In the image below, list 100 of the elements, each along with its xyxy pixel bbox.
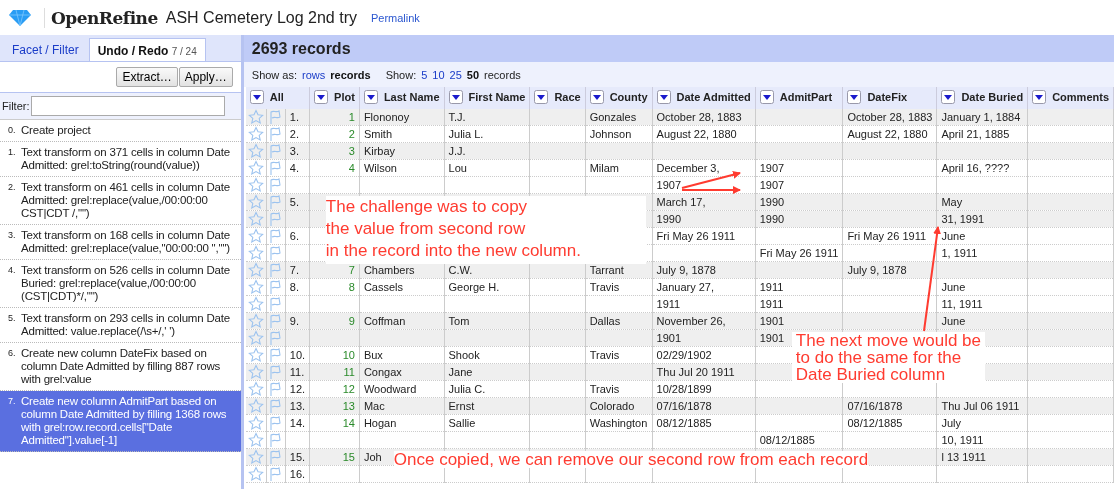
table-cell: August 22, 1880 bbox=[656, 128, 737, 140]
column-header[interactable]: Comments bbox=[1027, 87, 1114, 109]
table-cell: 11, 1911 bbox=[941, 298, 983, 310]
table-cell: April 16, ???? bbox=[941, 162, 1010, 174]
table-cell: 31, 1991 bbox=[941, 213, 985, 225]
row-number: 13. bbox=[289, 400, 306, 412]
panel-tab[interactable]: Facet / Filter bbox=[4, 38, 87, 61]
table-cell: Julia C. bbox=[448, 383, 486, 395]
table-cell: July bbox=[941, 417, 961, 429]
row-number: 1. bbox=[289, 111, 299, 123]
table-cell: 1907 bbox=[656, 179, 682, 191]
table-cell: Dallas bbox=[589, 315, 621, 327]
table-cell: 1907 bbox=[759, 179, 785, 191]
table-cell: 1901 bbox=[759, 315, 785, 327]
history-item[interactable]: 2. Text transform on 461 cells in column Date Admitted: grel:replace(value,/00:00:00 CST|CDT /,"") bbox=[0, 177, 241, 225]
table-cell: 1907 bbox=[759, 162, 785, 174]
table-cell: C.W. bbox=[448, 264, 473, 276]
page-size-link[interactable]: 10 bbox=[432, 68, 445, 81]
row-number: 3. bbox=[289, 145, 299, 157]
panel-tab[interactable]: Undo / Redo 7 / 24 bbox=[88, 38, 206, 61]
annotation-text: The next move would be to do the same for the Date Buried column bbox=[791, 332, 985, 383]
table-cell: 07/16/1878 bbox=[847, 400, 903, 412]
column-header[interactable]: Date Admitted bbox=[652, 87, 756, 109]
table-cell: 10 bbox=[342, 349, 355, 361]
annotation-text: The challenge was to copy the value from second row in the record into the new column. bbox=[325, 196, 646, 264]
table-cell: Gonzales bbox=[589, 111, 637, 123]
table-cell: 1911 bbox=[759, 298, 784, 310]
project-title[interactable]: ASH Cemetery Log 2nd try bbox=[165, 8, 357, 27]
table-cell: 3 bbox=[348, 145, 355, 157]
app-logo-text[interactable]: OpenRefine bbox=[44, 7, 158, 28]
table-cell: 8 bbox=[348, 281, 355, 293]
table-cell: December 3, bbox=[656, 162, 720, 174]
row-number: 4. bbox=[289, 162, 299, 174]
table-cell: Colorado bbox=[589, 400, 635, 412]
table-cell: T.J. bbox=[448, 111, 466, 123]
table-cell: 1990 bbox=[759, 213, 785, 225]
history-item[interactable]: 5. Text transform on 293 cells in column Date Admitted: value.replace(/\s+/,' ') bbox=[0, 308, 241, 343]
toolbar-button[interactable]: Apply… bbox=[178, 67, 233, 87]
table-cell: Flononoy bbox=[363, 111, 410, 123]
table-cell: 14 bbox=[342, 417, 355, 429]
table-cell: l 13 1911 bbox=[941, 451, 986, 463]
table-cell: 1911 bbox=[759, 281, 784, 293]
row-number: 8. bbox=[289, 281, 299, 293]
table-cell: November 26, bbox=[656, 315, 726, 327]
history-item[interactable]: 4. Text transform on 526 cells in column Date Buried: grel:replace(value,/00:00:00 (CST|CDT)*/,"") bbox=[0, 260, 241, 308]
toolbar-button[interactable]: Extract… bbox=[116, 67, 178, 87]
history-item[interactable]: 0. Create project bbox=[0, 120, 241, 142]
table-cell: George H. bbox=[448, 281, 500, 293]
column-header[interactable]: All bbox=[245, 87, 310, 109]
table-cell: Travis bbox=[589, 383, 620, 395]
filter-label: Filter: bbox=[2, 100, 30, 112]
column-header[interactable]: First Name bbox=[444, 87, 530, 109]
table-cell: 1911 bbox=[656, 298, 681, 310]
view-mode-link[interactable]: rows bbox=[302, 68, 326, 81]
column-header[interactable]: County bbox=[585, 87, 653, 109]
table-cell: Tom bbox=[448, 315, 470, 327]
page-size-link[interactable]: 5 bbox=[421, 68, 428, 81]
row-number: 14. bbox=[289, 417, 306, 429]
history-item[interactable]: 7. Create new column AdmitPart based on column Date Admitted by filling 1368 rows with grel:row.record.cells["Date Admitted"].value[-1] bbox=[0, 391, 241, 452]
table-cell: 07/16/1878 bbox=[656, 400, 712, 412]
table-cell: Fri May 26 1911 bbox=[847, 230, 927, 242]
history-item[interactable]: 3. Text transform on 168 cells in column Date Admitted: grel:replace(value,"00:00:00 ","") bbox=[0, 225, 241, 260]
table-cell: Julia L. bbox=[448, 128, 484, 140]
table-cell: October 28, 1883 bbox=[656, 111, 742, 123]
history-item[interactable]: 1. Text transform on 371 cells in column Date Admitted: grel:toString(round(value)) bbox=[0, 142, 241, 177]
table-cell: Cassels bbox=[363, 281, 403, 293]
column-header[interactable]: AdmitPart bbox=[755, 87, 843, 109]
table-cell: Bux bbox=[363, 349, 383, 361]
column-header[interactable]: Race bbox=[529, 87, 586, 109]
table-cell: 02/29/1902 bbox=[656, 349, 712, 361]
table-cell: April 21, 1885 bbox=[941, 128, 1010, 140]
column-header[interactable]: DateFix bbox=[842, 87, 937, 109]
table-cell: Fri May 26 1911 bbox=[759, 247, 839, 259]
page-size-link[interactable]: 25 bbox=[449, 68, 462, 81]
table-cell: Wilson bbox=[363, 162, 397, 174]
table-cell: 15 bbox=[342, 451, 355, 463]
column-header[interactable]: Date Buried bbox=[936, 87, 1028, 109]
row-number: 10. bbox=[289, 349, 306, 361]
table-cell: June bbox=[941, 230, 966, 242]
table-cell: Thu Jul 06 1911 bbox=[941, 400, 1020, 412]
row-number: 12. bbox=[289, 383, 306, 395]
table-cell: October 28, 1883 bbox=[847, 111, 933, 123]
table-cell: Sallie bbox=[448, 417, 476, 429]
table-cell: 10/28/1899 bbox=[656, 383, 712, 395]
permalink-link[interactable]: Permalink bbox=[370, 11, 420, 24]
row-number: 5. bbox=[289, 196, 299, 208]
table-cell: May bbox=[941, 196, 963, 208]
column-header[interactable]: Plot bbox=[309, 87, 360, 109]
table-cell: Hogan bbox=[363, 417, 397, 429]
table-cell: Jane bbox=[448, 366, 473, 378]
row-number: 2. bbox=[289, 128, 299, 140]
table-cell: 13 bbox=[342, 400, 355, 412]
table-cell: June bbox=[941, 281, 966, 293]
page-size-link[interactable]: 50 bbox=[466, 68, 480, 81]
table-cell: 1901 bbox=[656, 332, 682, 344]
table-cell: 08/12/1885 bbox=[759, 434, 815, 446]
record-count-header: 2693 records bbox=[243, 35, 1114, 62]
view-mode-link[interactable]: records bbox=[330, 68, 371, 81]
table-cell: Mac bbox=[363, 400, 385, 412]
column-header[interactable]: Last Name bbox=[359, 87, 444, 109]
